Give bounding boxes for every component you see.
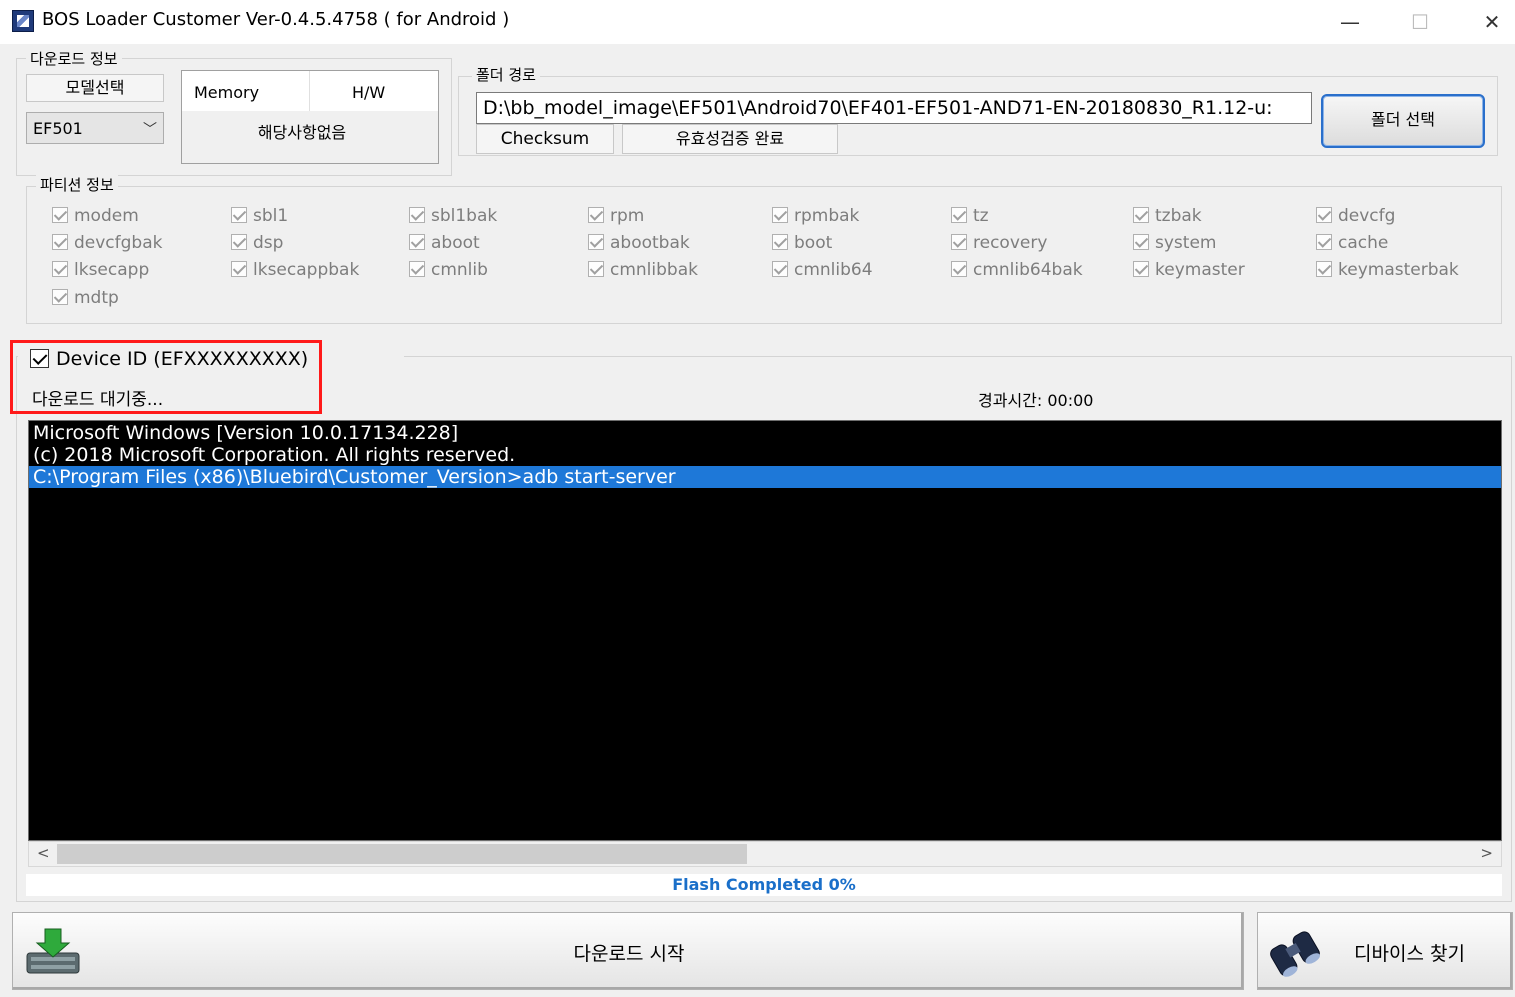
partition-checkbox-rpmbak[interactable]: rpmbak: [772, 206, 859, 226]
scroll-right-icon[interactable]: >: [1480, 844, 1493, 862]
partition-checkbox-boot[interactable]: boot: [772, 233, 832, 253]
folder-select-button[interactable]: 폴더 선택: [1321, 94, 1485, 148]
partition-checkbox-sbl1bak[interactable]: sbl1bak: [409, 206, 497, 226]
folder-path-input[interactable]: D:\bb_model_image\EF501\Android70\EF401-…: [476, 92, 1312, 124]
checkbox-icon: [1133, 207, 1149, 223]
start-download-button[interactable]: 다운로드 시작: [12, 912, 1244, 990]
partition-checkbox-modem[interactable]: modem: [52, 206, 139, 226]
checkbox-icon: [588, 234, 604, 250]
console-line: Microsoft Windows [Version 10.0.17134.22…: [33, 422, 459, 444]
partition-checkbox-abootbak[interactable]: abootbak: [588, 233, 690, 253]
checkbox-icon: [951, 261, 967, 277]
partition-checkbox-dsp[interactable]: dsp: [231, 233, 283, 253]
partition-checkbox-cmnlibbak[interactable]: cmnlibbak: [588, 260, 698, 280]
checkbox-icon: [588, 207, 604, 223]
partition-checkbox-aboot[interactable]: aboot: [409, 233, 480, 253]
header-divider: [309, 71, 310, 111]
checkbox-icon: [772, 207, 788, 223]
memory-hw-box: Memory H/W 해당사항없음: [181, 70, 439, 164]
partition-checkbox-cmnlib[interactable]: cmnlib: [409, 260, 488, 280]
checkbox-icon: [1316, 261, 1332, 277]
checkbox-icon: [951, 234, 967, 250]
partition-legend: 파티션 정보: [36, 174, 118, 195]
partition-checkbox-cmnlib64[interactable]: cmnlib64: [772, 260, 873, 280]
checkbox-icon: [1316, 234, 1332, 250]
partition-checkbox-tz[interactable]: tz: [951, 206, 989, 226]
checkbox-icon: [231, 234, 247, 250]
checkbox-icon: [409, 234, 425, 250]
checkbox-icon: [52, 289, 68, 305]
close-button[interactable]: ✕: [1472, 8, 1512, 36]
checkbox-icon: [409, 207, 425, 223]
find-device-button[interactable]: 디바이스 찾기: [1257, 912, 1513, 990]
partition-checkbox-tzbak[interactable]: tzbak: [1133, 206, 1202, 226]
partition-checkbox-system[interactable]: system: [1133, 233, 1216, 253]
partition-checkbox-rpm[interactable]: rpm: [588, 206, 644, 226]
checkbox-icon: [52, 261, 68, 277]
find-device-label: 디바이스 찾기: [1354, 943, 1465, 965]
model-select-label: 모델선택: [26, 74, 164, 102]
checkbox-icon: [231, 261, 247, 277]
title-bar: BOS Loader Customer Ver-0.4.5.4758 ( for…: [0, 0, 1515, 44]
model-select-value: EF501: [33, 119, 83, 138]
model-select[interactable]: EF501 ﹀: [26, 112, 164, 144]
checkbox-icon: [52, 207, 68, 223]
elapsed-time: 경과시간: 00:00: [978, 391, 1094, 410]
partition-checkbox-recovery[interactable]: recovery: [951, 233, 1047, 253]
minimize-button[interactable]: —: [1330, 8, 1370, 36]
hw-label: H/W: [352, 83, 386, 102]
start-download-label: 다운로드 시작: [573, 943, 685, 965]
partition-checkbox-devcfg[interactable]: devcfg: [1316, 206, 1395, 226]
checkbox-icon: [772, 234, 788, 250]
console-output[interactable]: Microsoft Windows [Version 10.0.17134.22…: [28, 420, 1502, 841]
download-info-legend: 다운로드 정보: [26, 48, 122, 69]
console-line-selected: C:\Program Files (x86)\Bluebird\Customer…: [29, 466, 1501, 488]
checkbox-icon: [588, 261, 604, 277]
checkbox-icon: [1133, 234, 1149, 250]
flash-status-bar: Flash Completed 0%: [26, 874, 1502, 896]
checkbox-icon: [951, 207, 967, 223]
memory-label: Memory: [194, 83, 260, 102]
scroll-left-icon[interactable]: <: [37, 844, 50, 862]
highlight-box: [10, 340, 322, 414]
partition-checkbox-lksecapp[interactable]: lksecapp: [52, 260, 149, 280]
partition-checkbox-sbl1[interactable]: sbl1: [231, 206, 288, 226]
app-icon: [12, 10, 34, 32]
maximize-button[interactable]: ☐: [1400, 8, 1440, 36]
flash-status-text: Flash Completed 0%: [672, 875, 856, 894]
partition-checkbox-cache[interactable]: cache: [1316, 233, 1388, 253]
checkbox-icon: [1133, 261, 1149, 277]
console-line: (c) 2018 Microsoft Corporation. All righ…: [33, 444, 516, 466]
partition-checkbox-devcfgbak[interactable]: devcfgbak: [52, 233, 163, 253]
chevron-down-icon: ﹀: [143, 122, 157, 138]
folder-path-legend: 폴더 경로: [472, 64, 540, 85]
horizontal-scrollbar[interactable]: < >: [28, 841, 1502, 867]
scrollbar-thumb[interactable]: [57, 844, 747, 864]
partition-checkbox-lksecappbak[interactable]: lksecappbak: [231, 260, 359, 280]
checkbox-icon: [772, 261, 788, 277]
memory-hw-value: 해당사항없음: [257, 123, 347, 142]
checkbox-icon: [409, 261, 425, 277]
checksum-status: 유효성검증 완료: [622, 124, 838, 154]
checkbox-icon: [52, 234, 68, 250]
window-title: BOS Loader Customer Ver-0.4.5.4758 ( for…: [42, 9, 510, 30]
checkbox-icon: [231, 207, 247, 223]
partition-checkbox-mdtp[interactable]: mdtp: [52, 288, 119, 308]
checkbox-icon: [1316, 207, 1332, 223]
partition-checkbox-cmnlib64bak[interactable]: cmnlib64bak: [951, 260, 1083, 280]
binoculars-icon: [1270, 931, 1320, 977]
checksum-label: Checksum: [476, 124, 614, 154]
partition-checkbox-keymasterbak[interactable]: keymasterbak: [1316, 260, 1459, 280]
partition-checkbox-keymaster[interactable]: keymaster: [1133, 260, 1245, 280]
